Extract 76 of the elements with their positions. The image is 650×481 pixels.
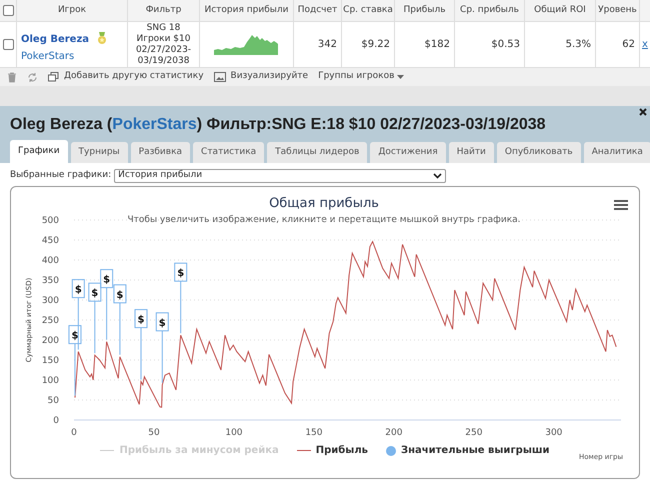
table-cell-text: $9.22 xyxy=(361,38,390,52)
legend-label: Прибыль xyxy=(316,444,368,458)
select-label: Выбранные графики: xyxy=(10,169,112,182)
legend-item[interactable]: Значительные выигрыши xyxy=(386,443,550,458)
sparkline-drawing xyxy=(214,34,280,54)
column-header[interactable]: Ср. ставка xyxy=(343,4,393,18)
y-tick-label: 500 xyxy=(42,216,59,226)
tab[interactable]: Найти xyxy=(448,142,494,163)
tab[interactable]: Турниры xyxy=(70,142,128,163)
table-cell-text: 342 xyxy=(318,38,337,52)
column-header[interactable]: Уровень xyxy=(598,4,637,18)
panel-title: Oleg Bereza (PokerStars) Фильтр:SNG E:18 $10 02/27/2023-03/19/2038 xyxy=(10,115,547,135)
annotation: $ xyxy=(158,318,166,329)
annotation: $ xyxy=(138,314,145,326)
x-tick-label: 200 xyxy=(385,428,402,438)
tab[interactable]: Таблицы лидеров xyxy=(267,142,368,163)
x-tick-label: 150 xyxy=(305,428,322,438)
column-header[interactable]: Общий ROI xyxy=(534,4,586,18)
x-tick-label: 250 xyxy=(465,428,482,438)
refresh-icon[interactable] xyxy=(27,72,38,82)
chart-select[interactable]: История прибыли xyxy=(114,169,446,183)
column-header[interactable]: Фильтр xyxy=(146,4,182,18)
legend-item[interactable]: Прибыль xyxy=(296,443,368,458)
tab[interactable]: Аналитика xyxy=(584,142,650,163)
close-icon[interactable] xyxy=(639,108,647,116)
row-checkbox[interactable] xyxy=(2,39,14,50)
tab[interactable]: Опубликовать xyxy=(496,142,581,163)
x-tick-label: 0 xyxy=(71,428,77,438)
table-cell-text: $182 xyxy=(424,38,450,52)
tab[interactable]: Разбивка xyxy=(130,142,190,163)
y-tick-label: 50 xyxy=(48,396,59,406)
y-tick-label: 450 xyxy=(42,236,59,246)
caret-icon xyxy=(397,75,404,79)
player-name-link[interactable]: Oleg Bereza xyxy=(21,32,90,47)
column-header[interactable]: Прибыль xyxy=(403,4,446,18)
player-groups-dropdown[interactable]: Группы игроков xyxy=(318,70,404,84)
column-header[interactable]: Подсчет xyxy=(298,4,338,18)
trash-icon[interactable] xyxy=(7,72,17,82)
table-cell-text: 5.3% xyxy=(566,38,591,52)
y-tick-label: 400 xyxy=(42,256,59,266)
y-tick-label: 350 xyxy=(42,276,59,286)
image-icon xyxy=(214,72,226,82)
table-cell-text: 62 xyxy=(622,38,635,52)
y-tick-label: 0 xyxy=(53,416,59,426)
x-tick-label: 100 xyxy=(225,428,243,438)
tab[interactable]: Статистика xyxy=(193,142,264,163)
column-header[interactable]: История прибыли xyxy=(204,4,288,18)
y-tick-label: 300 xyxy=(42,296,59,306)
site-link[interactable]: PokerStars xyxy=(21,49,90,64)
y-tick-label: 100 xyxy=(42,376,59,386)
x-tick-label: 50 xyxy=(148,428,160,438)
x-tick-label: 300 xyxy=(545,428,562,438)
toolbar-button[interactable]: Визуализируйте xyxy=(214,70,308,84)
remove-link[interactable]: x xyxy=(642,37,648,52)
tab[interactable]: Графики xyxy=(10,140,68,163)
filter-text: SNG 18 Игроки $10 02/27/2023-03/19/2038 xyxy=(134,22,192,66)
annotation: $ xyxy=(91,288,98,300)
annotation: $ xyxy=(116,290,124,301)
tab[interactable]: Достижения xyxy=(370,142,446,163)
annotation: $ xyxy=(103,274,110,286)
y-tick-label: 150 xyxy=(42,356,59,366)
annotation: $ xyxy=(177,268,184,280)
table-cell-text: $0.53 xyxy=(491,38,520,52)
select-all-checkbox[interactable] xyxy=(2,5,14,16)
y-tick-label: 200 xyxy=(42,336,59,346)
annotation: $ xyxy=(74,284,82,296)
annotation: $ xyxy=(71,330,78,342)
chevron-down-icon xyxy=(433,173,442,179)
medal-icon xyxy=(97,32,108,45)
y-tick-label: 250 xyxy=(42,316,59,326)
menu-icon[interactable] xyxy=(614,200,628,210)
chart-title: Общая прибыль xyxy=(269,196,379,211)
add-window-icon xyxy=(48,72,59,82)
column-header[interactable]: Ср. прибыль xyxy=(460,4,519,18)
column-header[interactable]: Игрок xyxy=(58,4,86,18)
toolbar-button[interactable]: Добавить другую статистику xyxy=(48,70,204,84)
